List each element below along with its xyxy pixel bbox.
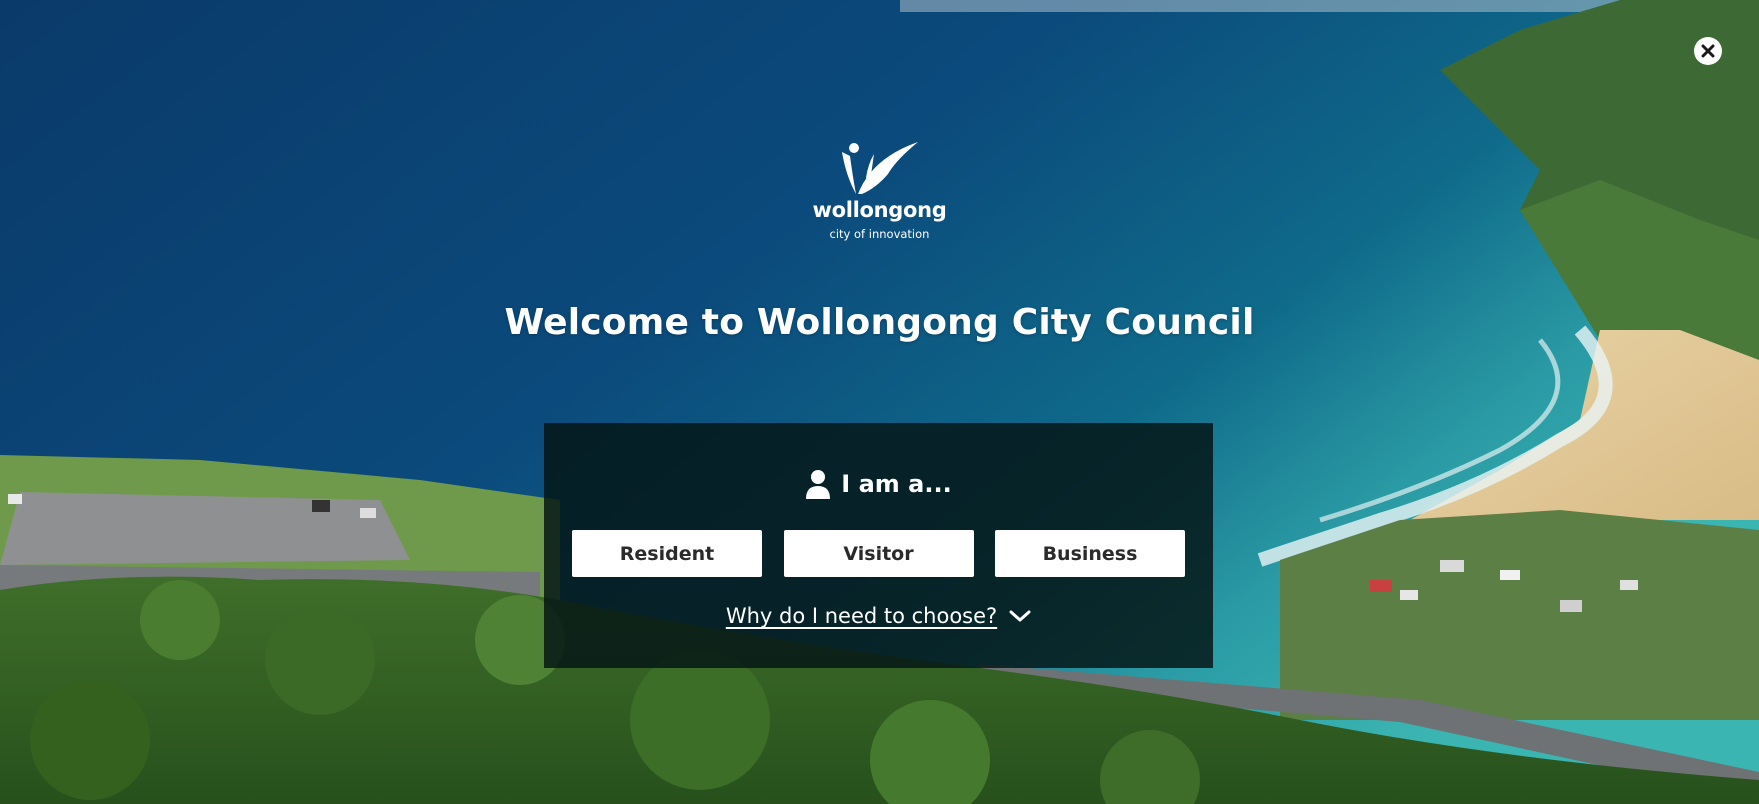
why-choose-toggle[interactable]: Why do I need to choose? bbox=[544, 604, 1213, 628]
audience-chooser-panel: I am a... Resident Visitor Business Why … bbox=[544, 423, 1213, 668]
logo-wordmark: wollongong bbox=[812, 198, 947, 222]
user-icon bbox=[806, 470, 831, 499]
background-image bbox=[0, 0, 1759, 804]
logo-tagline: city of innovation bbox=[829, 227, 930, 241]
audience-options: Resident Visitor Business bbox=[572, 530, 1185, 577]
visitor-button[interactable]: Visitor bbox=[783, 530, 974, 577]
chooser-heading: I am a... bbox=[544, 469, 1213, 499]
close-button[interactable] bbox=[1694, 37, 1722, 65]
page-title: Welcome to Wollongong City Council bbox=[504, 302, 1255, 343]
chevron-down-icon bbox=[1009, 610, 1031, 622]
business-button[interactable]: Business bbox=[995, 530, 1185, 577]
close-icon bbox=[1701, 44, 1715, 58]
resident-button[interactable]: Resident bbox=[572, 530, 762, 577]
logo-mark-icon bbox=[842, 142, 918, 194]
why-choose-link[interactable]: Why do I need to choose? bbox=[726, 604, 997, 628]
chooser-heading-text: I am a... bbox=[841, 470, 952, 498]
council-logo[interactable]: wollongong city of innovation bbox=[812, 138, 947, 243]
